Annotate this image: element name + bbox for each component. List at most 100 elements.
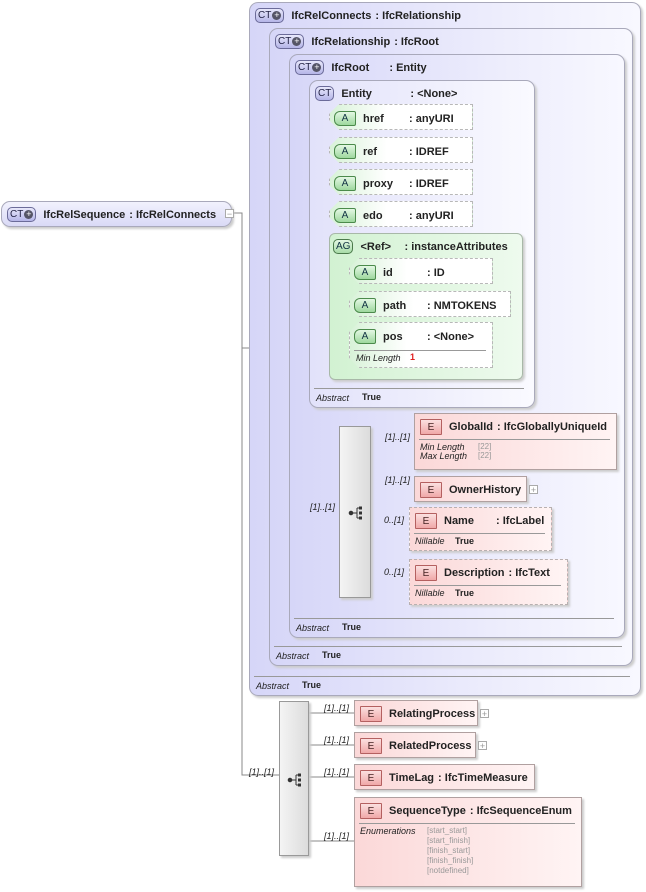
badge-label: CT [258, 10, 272, 21]
attribute-edo[interactable]: Aedo anyURI [329, 201, 473, 227]
type: anyURI [409, 210, 454, 222]
badge-label: E [367, 708, 375, 720]
header: E RelatedProcess [360, 738, 472, 754]
expand-plus-icon: + [292, 36, 302, 46]
badge-label: E [367, 772, 375, 784]
type-badge-icon: E [420, 482, 442, 498]
type-badge-icon: E [420, 419, 442, 435]
header: AG <Ref> instanceAttributes [333, 239, 508, 254]
abstract-label: Abstract [316, 393, 350, 403]
type-badge-icon: CT + [255, 8, 285, 23]
enumerations-label: Enumerations [360, 826, 416, 836]
name: href [363, 112, 384, 125]
occurrence-label: [1]..[1] [385, 432, 411, 442]
attribute-proxy[interactable]: Aproxy IDREF [329, 169, 473, 195]
header: Aid ID [354, 265, 445, 280]
name: proxy [363, 177, 393, 190]
header: E GlobalId IfcGloballyUniqueId [420, 419, 607, 435]
attribute-path[interactable]: Apath NMTOKENS [349, 291, 511, 317]
type: Entity [389, 62, 427, 74]
type: IfcGloballyUniqueId [497, 421, 607, 433]
type: <None> [410, 88, 457, 100]
name: path [383, 299, 407, 312]
type-badge-icon: A [354, 298, 376, 313]
expand-button[interactable]: + [529, 485, 538, 495]
occurrence-label: 0..[1] [384, 515, 405, 525]
type-badge-icon: A [354, 329, 376, 344]
badge-label: A [341, 178, 349, 189]
element-description[interactable]: E Description IfcText Nillable True [409, 559, 568, 605]
badge-label: E [422, 515, 430, 527]
element-relatingprocess[interactable]: E RelatingProcess [354, 700, 478, 726]
type-badge-icon: AG [333, 239, 354, 254]
type: <None> [427, 331, 474, 343]
attribute-id[interactable]: Aid ID [349, 258, 493, 284]
header: Aref IDREF [334, 144, 449, 159]
badge-label: E [427, 484, 435, 496]
badge-label: A [361, 331, 369, 342]
attribute-href[interactable]: Ahref anyURI [329, 104, 473, 130]
abstract-value: True [322, 650, 342, 660]
badge-label: A [341, 146, 349, 157]
divider [274, 646, 622, 647]
header: Apath NMTOKENS [354, 298, 496, 313]
occurrence-label: [1]..[1] [324, 703, 350, 713]
badge-label: CT [10, 209, 24, 220]
schema-diagram: CT+IfcRelSequenceIfcRelConnects−CT+IfcRe… [0, 0, 646, 892]
type: IfcRoot [394, 36, 439, 48]
abstract-value: True [342, 622, 362, 632]
divider [414, 585, 561, 586]
header: E TimeLagIfcTimeMeasure [360, 770, 528, 786]
header: CT+ IfcRelationshipIfcRoot [275, 34, 439, 49]
type-badge-icon: CT + [295, 60, 325, 75]
divider [294, 618, 614, 619]
sequence-compositor[interactable] [339, 426, 371, 598]
divider [354, 350, 486, 351]
header: CT+ IfcRelConnectsIfcRelationship [255, 8, 461, 23]
type-badge-icon: A [334, 208, 356, 223]
expand-button[interactable]: + [478, 741, 487, 751]
badge-label: E [422, 567, 430, 579]
expand-button[interactable]: + [480, 709, 489, 719]
header: Aproxy IDREF [334, 176, 449, 191]
abstract-value: True [302, 680, 322, 690]
sequence-icon [287, 773, 301, 786]
type: IfcRelationship [375, 10, 461, 22]
sequence-compositor[interactable] [279, 701, 309, 856]
badge-label: A [341, 113, 349, 124]
abstract-label: Abstract [276, 651, 310, 661]
prop-label: Min Length [356, 353, 401, 363]
name: Name [444, 515, 474, 527]
type-badge-icon: CT + [275, 34, 305, 49]
name: RelatedProcess [389, 740, 472, 752]
prop-value: True [455, 588, 475, 598]
abstract-label: Abstract [296, 623, 330, 633]
expand-plus-icon: + [272, 10, 282, 20]
badge-label: A [361, 300, 369, 311]
attribute-ref[interactable]: Aref IDREF [329, 137, 473, 163]
divider [254, 676, 630, 677]
name: edo [363, 209, 383, 222]
element-ownerhistory[interactable]: E OwnerHistory [414, 476, 527, 502]
sequence-occurrence: [1]..[1] [249, 767, 275, 777]
prop-label: Nillable [415, 536, 445, 546]
element-name[interactable]: E Name IfcLabel Nillable True [409, 507, 552, 551]
type-badge-icon: A [354, 265, 376, 280]
name: <Ref> [360, 240, 392, 253]
sequence-icon [348, 506, 362, 520]
element-relatedprocess[interactable]: E RelatedProcess [354, 732, 476, 758]
name: id [383, 266, 393, 279]
complex-type-ifcrelsequence[interactable]: CT+ IfcRelSequenceIfcRelConnects [1, 201, 232, 227]
type-badge-icon: A [334, 176, 356, 191]
collapse-button[interactable]: − [225, 209, 234, 219]
element-sequencetype[interactable]: E SequenceType IfcSequenceEnum Enumerations… [354, 797, 582, 887]
type-badge-icon: E [360, 738, 382, 754]
prop-value: True [455, 536, 475, 546]
enumeration-value: [start_finish] [427, 836, 471, 845]
occurrence-label: [1]..[1] [385, 475, 411, 485]
name: SequenceType [389, 805, 466, 817]
attribute-pos[interactable]: Apos <None> Min Length 1 [349, 322, 493, 368]
prop-value: 1 [410, 352, 416, 362]
element-globalid[interactable]: EGlobalIdIfcGloballyUniqueIdMin Length[2… [414, 413, 617, 470]
element-timelag[interactable]: E TimeLagIfcTimeMeasure [354, 764, 535, 790]
